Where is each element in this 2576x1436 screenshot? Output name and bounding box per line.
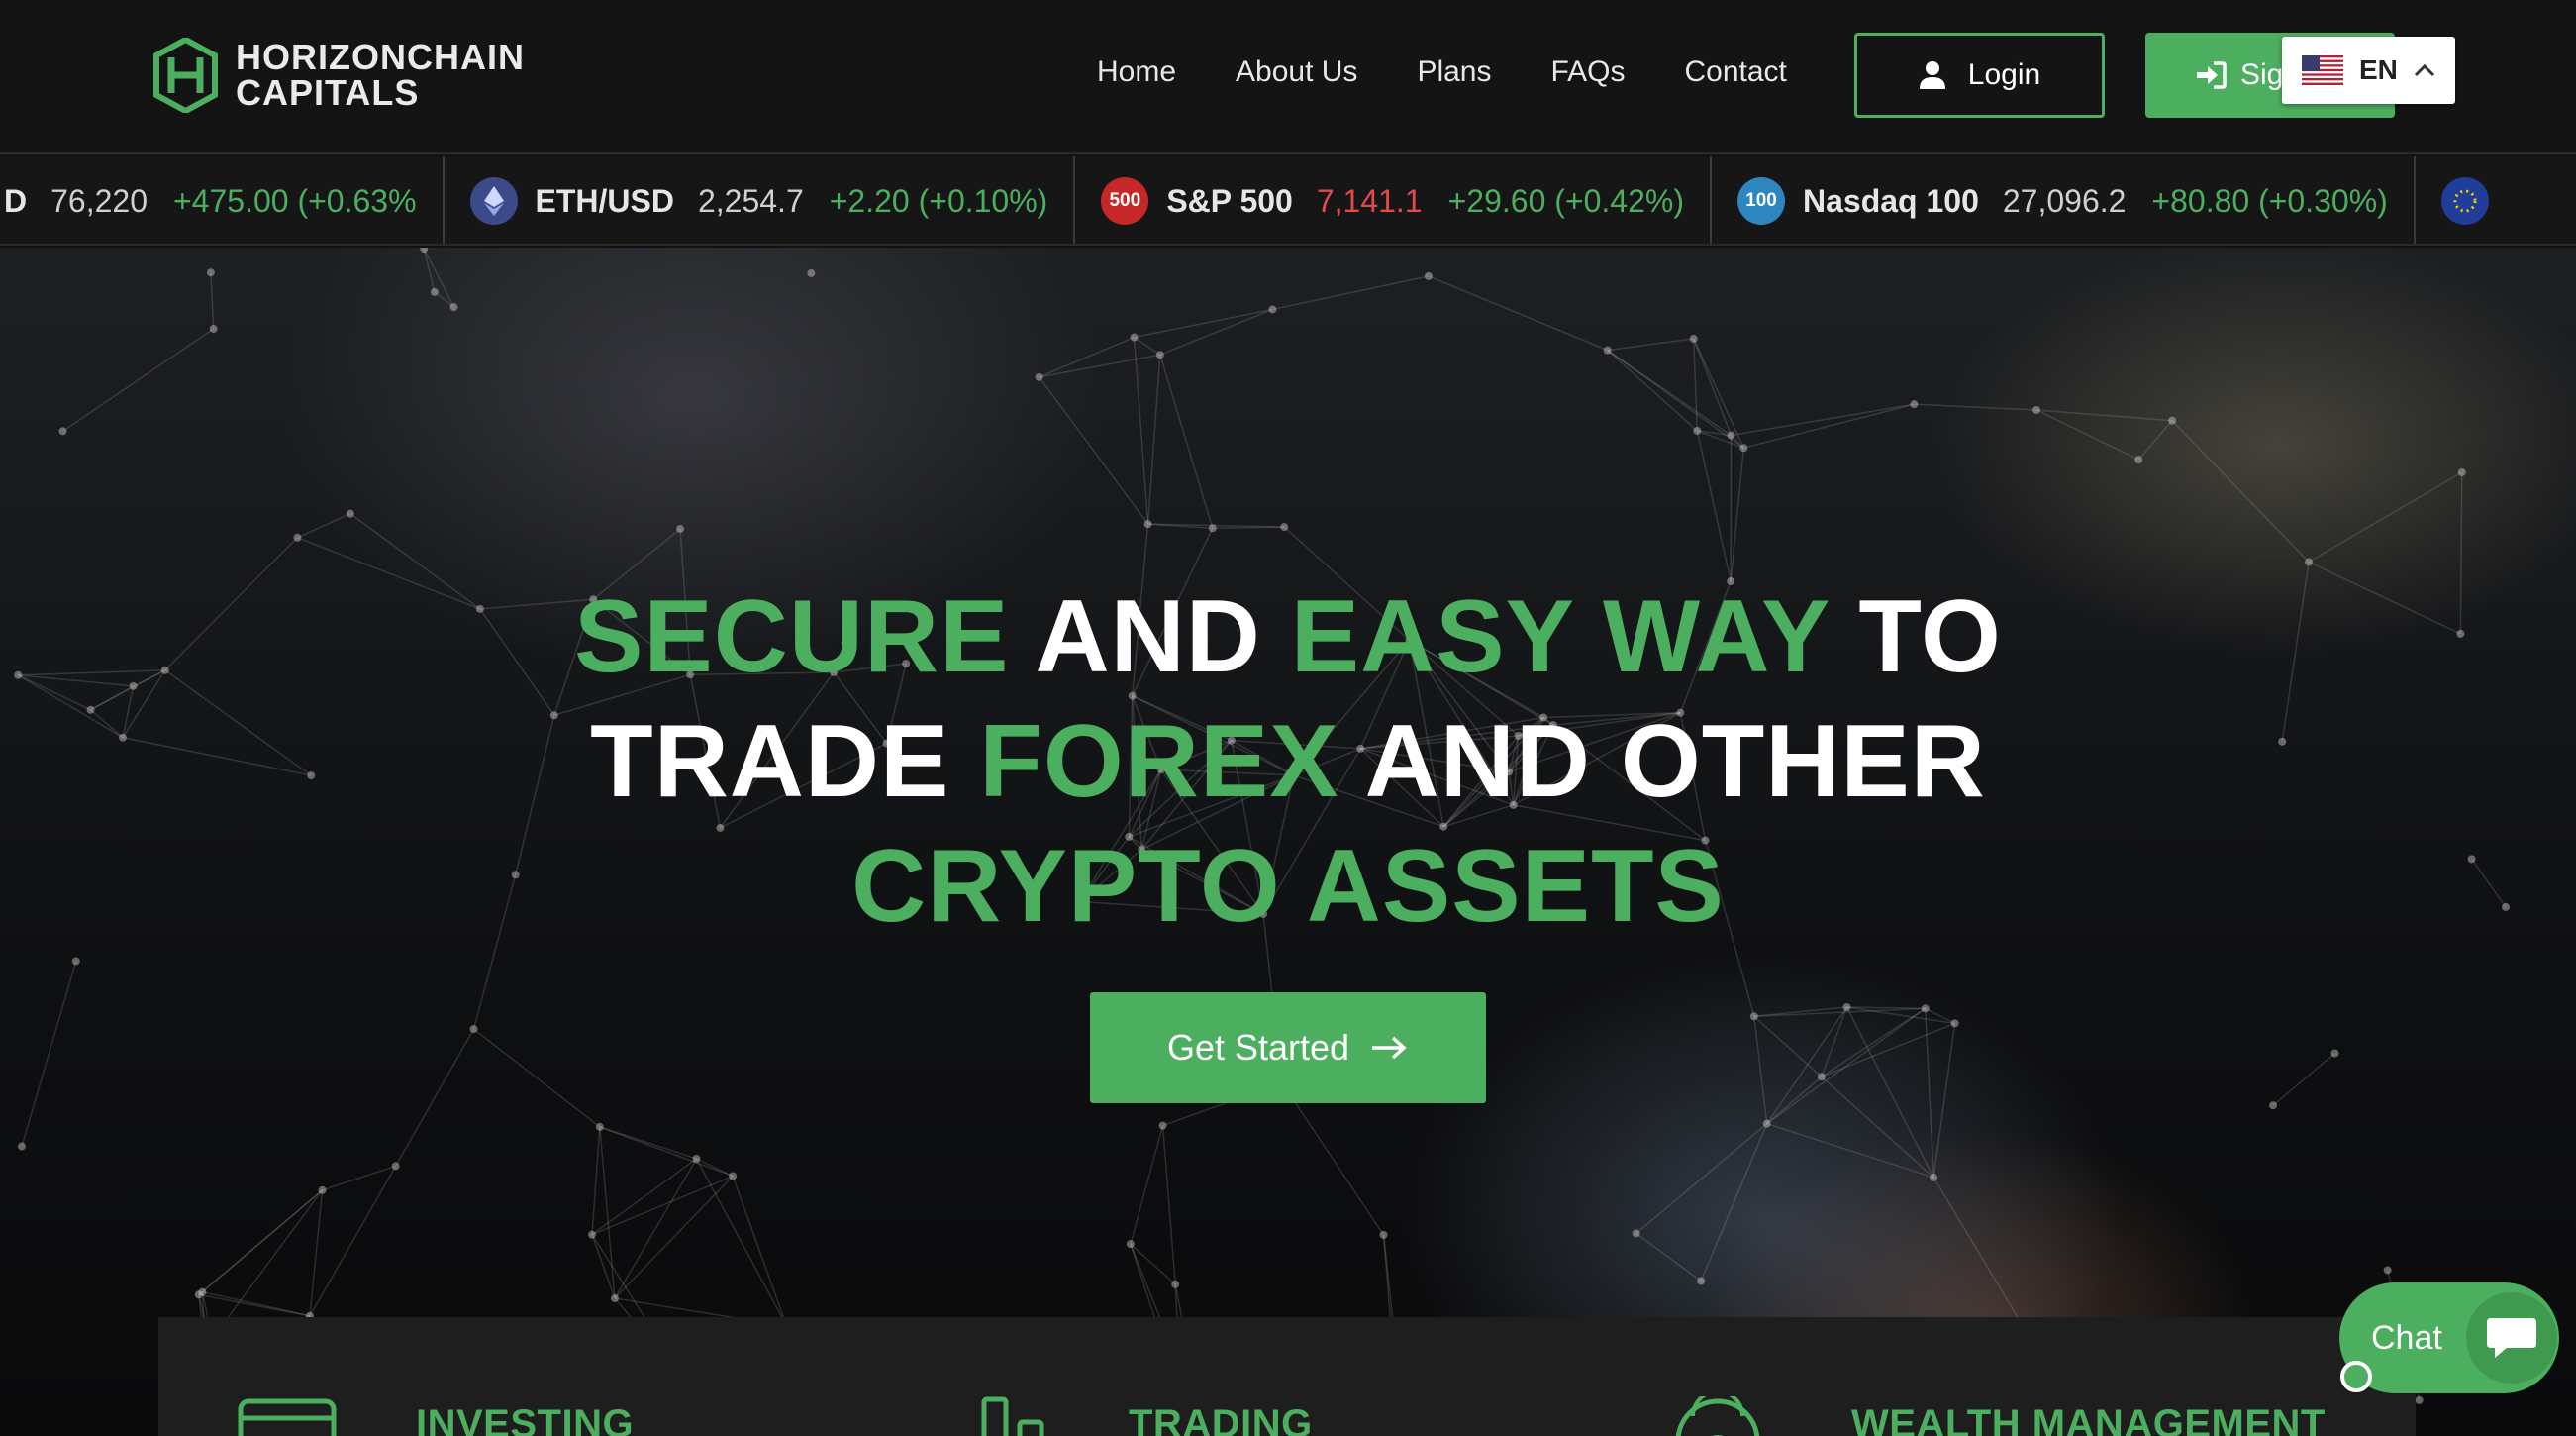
ticker-item-sp500[interactable]: 500 S&P 500 7,141.1 +29.60 (+0.42%) xyxy=(1075,156,1712,244)
sp500-badge-icon: 500 xyxy=(1101,177,1149,225)
service-label: INVESTING xyxy=(416,1402,635,1436)
signup-label: Sig xyxy=(2240,58,2284,91)
credit-card-icon xyxy=(238,1398,337,1436)
headline-word: AND OTHER xyxy=(1364,704,1986,819)
site-header: HORIZONCHAIN CAPITALS Home About Us Plan… xyxy=(0,0,2576,154)
service-wealth-management[interactable]: WEALTH MANAGEMENT xyxy=(1663,1317,2326,1436)
headline-line-2: TRADE FOREX AND OTHER xyxy=(0,699,2576,824)
nav-plans[interactable]: Plans xyxy=(1417,55,1491,89)
service-trading[interactable]: TRADING xyxy=(980,1317,1313,1436)
us-flag-icon xyxy=(2302,55,2343,85)
brand-line1: HORIZONCHAIN xyxy=(236,37,525,77)
headline-word: AND xyxy=(1035,579,1261,694)
chat-label: Chat xyxy=(2371,1318,2442,1357)
ticker-symbol: S&P 500 xyxy=(1166,182,1293,219)
ticker-change: +29.60 (+0.42%) xyxy=(1447,182,1684,219)
ticker-item-eth[interactable]: ETH/USD 2,254.7 +2.20 (+0.10%) xyxy=(445,156,1076,244)
logo-mark-icon xyxy=(153,38,218,113)
nasdaq100-badge-icon: 100 xyxy=(1736,177,1785,225)
nav-contact[interactable]: Contact xyxy=(1685,55,1787,89)
get-started-label: Get Started xyxy=(1166,1027,1350,1068)
arrow-right-icon xyxy=(1372,1036,1407,1060)
service-label: WEALTH MANAGEMENT xyxy=(1851,1402,2326,1436)
ticker-item-next[interactable] xyxy=(2416,156,2532,244)
ticker-symbol: ETH/USD xyxy=(535,182,674,219)
ethereum-icon xyxy=(469,177,518,225)
sign-in-icon xyxy=(2197,61,2227,89)
nav-home[interactable]: Home xyxy=(1097,55,1176,89)
nav-faqs[interactable]: FAQs xyxy=(1550,55,1625,89)
service-investing[interactable]: INVESTING xyxy=(238,1317,634,1436)
ticker-change: +80.80 (+0.30%) xyxy=(2151,182,2388,219)
ticker-change: +475.00 (+0.63% xyxy=(172,182,417,219)
main-nav: Home About Us Plans FAQs Contact xyxy=(1097,55,1787,89)
headline-line-3: CRYPTO ASSETS xyxy=(0,824,2576,949)
hero-section: SECURE AND EASY WAY TO TRADE FOREX AND O… xyxy=(0,248,2576,1436)
brand-name: HORIZONCHAIN CAPITALS xyxy=(236,40,525,111)
headline-line-1: SECURE AND EASY WAY TO xyxy=(0,574,2576,699)
login-label: Login xyxy=(1967,58,2041,91)
user-icon xyxy=(1919,61,1945,89)
headline-word: TO xyxy=(1858,579,2002,694)
online-status-dot xyxy=(2340,1361,2372,1392)
market-ticker[interactable]: D 76,220 +475.00 (+0.63% ETH/USD 2,254.7… xyxy=(0,156,2576,246)
brand-line2: CAPITALS xyxy=(236,72,420,113)
get-started-button[interactable]: Get Started xyxy=(1090,992,1486,1103)
ticker-price: 7,141.1 xyxy=(1316,182,1423,219)
hero-headline: SECURE AND EASY WAY TO TRADE FOREX AND O… xyxy=(0,574,2576,949)
ticker-item-btc[interactable]: D 76,220 +475.00 (+0.63% xyxy=(0,156,445,244)
ticker-change: +2.20 (+0.10%) xyxy=(829,182,1048,219)
ticker-price: 76,220 xyxy=(50,182,148,219)
eu-flag-icon xyxy=(2440,177,2489,225)
service-label: TRADING xyxy=(1129,1402,1313,1436)
headline-word: FOREX xyxy=(979,704,1339,819)
headline-word: SECURE xyxy=(574,579,1010,694)
ticker-symbol: D xyxy=(4,182,28,219)
chat-widget-button[interactable]: Chat xyxy=(2339,1282,2559,1393)
brand-logo[interactable]: HORIZONCHAIN CAPITALS xyxy=(153,38,525,113)
nav-about-us[interactable]: About Us xyxy=(1236,55,1357,89)
chevron-up-icon xyxy=(2414,63,2434,77)
login-button[interactable]: Login xyxy=(1854,33,2105,118)
headline-word: CRYPTO ASSETS xyxy=(851,829,1725,944)
language-selector[interactable]: EN xyxy=(2282,37,2455,104)
ticker-item-nasdaq100[interactable]: 100 Nasdaq 100 27,096.2 +80.80 (+0.30%) xyxy=(1712,156,2416,244)
language-code: EN xyxy=(2359,54,2398,85)
bar-chart-icon xyxy=(981,1396,1044,1436)
coins-cycle-icon xyxy=(1675,1396,1760,1436)
headline-word: TRADE xyxy=(590,704,950,819)
ticker-symbol: Nasdaq 100 xyxy=(1802,182,1979,219)
services-panel: INVESTING TRADING WEALTH MANAGEMENT xyxy=(158,1317,2416,1436)
headline-word: EASY WAY xyxy=(1290,579,1830,694)
ticker-price: 2,254.7 xyxy=(697,182,804,219)
chat-bubble-icon xyxy=(2465,1292,2557,1384)
ticker-price: 27,096.2 xyxy=(2002,182,2127,219)
